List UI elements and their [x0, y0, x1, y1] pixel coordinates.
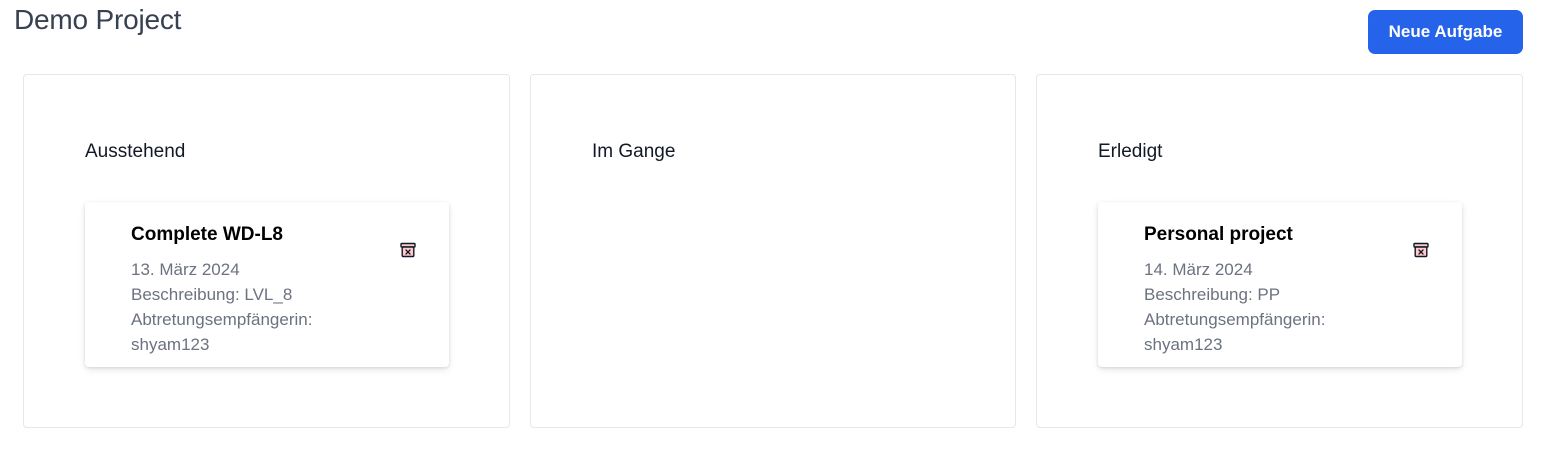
trash-archive-icon [1413, 242, 1429, 258]
task-description: Beschreibung: PP [1144, 285, 1281, 304]
task-assignee: shyam123 [1144, 335, 1223, 354]
kanban-page: Demo Project Neue Aufgabe Ausstehend Com… [0, 0, 1545, 458]
column-done: Erledigt Personal project 14. März 2024 … [1036, 74, 1523, 428]
task-details: 14. März 2024 Beschreibung: PP Abtretung… [1144, 257, 1384, 357]
task-card[interactable]: Personal project 14. März 2024 Beschreib… [1098, 202, 1462, 367]
task-assignee-label: Abtretungsempfängerin: [1144, 310, 1326, 329]
task-card[interactable]: Complete WD-L8 13. März 2024 Beschreibun… [85, 202, 449, 367]
column-title: Ausstehend [85, 141, 186, 162]
column-pending: Ausstehend Complete WD-L8 13. März 2024 … [23, 74, 510, 428]
column-in-progress: Im Gange [530, 74, 1016, 428]
task-date: 13. März 2024 [131, 260, 240, 279]
task-title: Personal project [1144, 224, 1293, 245]
task-title: Complete WD-L8 [131, 224, 283, 245]
trash-archive-icon [400, 242, 416, 258]
task-assignee-label: Abtretungsempfängerin: [131, 310, 313, 329]
task-details: 13. März 2024 Beschreibung: LVL_8 Abtret… [131, 257, 371, 357]
delete-task-button[interactable] [397, 239, 419, 261]
task-assignee: shyam123 [131, 335, 210, 354]
task-date: 14. März 2024 [1144, 260, 1253, 279]
page-title: Demo Project [14, 4, 182, 35]
new-task-button[interactable]: Neue Aufgabe [1368, 10, 1523, 54]
delete-task-button[interactable] [1410, 239, 1432, 261]
task-description: Beschreibung: LVL_8 [131, 285, 293, 304]
column-title: Im Gange [592, 141, 676, 162]
column-title: Erledigt [1098, 141, 1163, 162]
